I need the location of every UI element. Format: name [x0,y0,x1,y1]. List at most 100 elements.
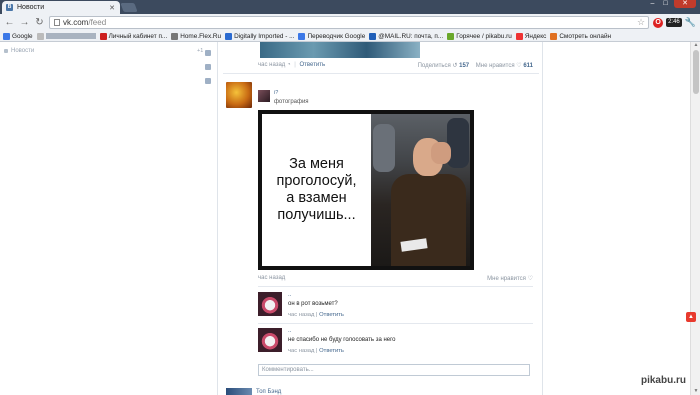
like-button[interactable]: Мне нравится ♡ [487,275,533,282]
share-count: 157 [459,63,470,69]
prev-time-reply: час назад ◔ | Ответить [258,62,325,69]
post-author-avatar[interactable] [226,82,252,108]
bookmark-personal-cabinet[interactable]: Личный кабинет п... [99,32,168,40]
comment-input[interactable]: Комментировать... [258,364,530,376]
nav-item-label: Новости [11,48,35,54]
bookmarks-bar: Google Личный кабинет п... Home.Flex.Ru … [0,31,700,42]
comment-text: он в рот возьмет? [288,301,338,307]
post-time[interactable]: час назад [258,62,285,68]
commenter-name[interactable]: .. [288,292,291,298]
comment-meta: час назад | Ответить [288,348,344,354]
settings-icon[interactable] [205,78,211,84]
post-divider [223,73,539,74]
post-time[interactable]: час назад [258,275,285,282]
comment-time[interactable]: час назад [288,348,314,354]
vk-feed-page: Новости +1 час назад ◔ | Ответить Подели… [0,42,700,395]
url-path: /feed [88,18,107,27]
scroll-to-top-icon[interactable]: ▲ [686,312,696,322]
scroll-up-icon[interactable]: ▲ [692,42,700,49]
tab-title: Новости [17,4,45,11]
url-text[interactable]: vk.com/feed [63,18,634,27]
clock-icon: ◔ [286,62,291,68]
bookmark-label: Переводчик Google [307,32,366,40]
yandex-icon [515,32,523,40]
bookmark-label: @MAIL.RU: почта, п... [378,32,444,40]
browser-tab[interactable]: B Новости ✕ [2,1,120,14]
caption-panel: За меня проголосуй, а взамен получишь... [262,114,371,266]
bookmark-google-translate[interactable]: Переводчик Google [298,32,366,40]
forward-arrow-icon[interactable]: → [19,17,30,29]
redacted-label [45,33,96,39]
clock-extension[interactable]: 2:46 [666,18,682,27]
reply-link[interactable]: Ответить [319,348,344,354]
prev-post-actions: Поделиться ↺ 157 Мне нравится ♡ 611 [418,62,533,69]
comment-meta: час назад | Ответить [288,312,344,318]
next-post-avatar[interactable] [226,388,252,395]
di-icon [225,32,233,40]
photo-owner-avatar[interactable] [258,90,270,102]
page-scrollbar[interactable]: ▲ ▼ [690,42,700,395]
commenter-avatar[interactable] [258,292,282,316]
bookmark-star-icon[interactable]: ☆ [637,17,645,28]
browser-titlebar: B Новости ✕ – □ ✕ [0,0,700,14]
like-button[interactable]: Мне нравится ♡ 611 [476,63,533,69]
bookmark-mail-ru[interactable]: @MAIL.RU: почта, п... [369,32,444,40]
reply-link[interactable]: Ответить [319,312,344,318]
person-hand [431,142,451,164]
new-tab-button[interactable] [120,3,138,12]
bookmark-redacted[interactable] [36,32,96,40]
youtube-icon [99,32,107,40]
post-type-label: фотография [274,99,309,105]
pikabu-icon [447,32,455,40]
pikabu-watermark: pikabu.ru [640,375,686,386]
photo-owner-name[interactable]: i? [274,90,278,96]
previous-post-image[interactable] [260,42,420,58]
google-icon [3,32,10,40]
background-person [373,124,395,172]
commenter-avatar[interactable] [258,328,282,352]
minimize-icon[interactable]: – [648,0,657,8]
bookmark-pikabu[interactable]: Горячее / pikabu.ru [447,32,512,40]
wrench-menu-icon[interactable]: 🔧 [685,17,696,28]
photo-portrait [371,114,470,266]
toolbar-extensions: O 2:46 🔧 [653,17,696,28]
messages-icon[interactable] [205,64,211,70]
left-icon-column [205,50,211,84]
left-nav: Новости +1 [4,48,214,54]
commenter-name[interactable]: .. [288,328,291,334]
comments-divider [258,286,533,287]
bookmark-yandex[interactable]: Яндекс [515,32,546,40]
window-close-icon[interactable]: ✕ [674,0,696,8]
address-bar[interactable]: vk.com/feed ☆ [49,16,650,29]
tv-icon [550,32,558,40]
next-post-title[interactable]: Топ Бэнд [256,389,281,395]
separator: | [316,348,318,354]
comment-time[interactable]: час назад [288,312,314,318]
bookmark-watch-online[interactable]: Смотреть онлайн [550,32,611,40]
reply-link[interactable]: Ответить [300,62,326,68]
person-suit [391,174,466,266]
maximize-icon[interactable]: □ [661,0,670,8]
bookmark-google[interactable]: Google [3,32,33,40]
window-controls: – □ ✕ [648,0,696,8]
share-button[interactable]: Поделиться ↺ 157 [418,63,470,69]
photo-caption: За меня проголосуй, а взамен получишь... [276,156,356,224]
bookmark-digitally-imported[interactable]: Digitally Imported - ... [225,32,294,40]
opera-extension-icon[interactable]: O [653,17,664,28]
home-icon [171,32,179,40]
nav-item-news[interactable]: Новости [4,48,214,54]
news-feed: час назад ◔ | Ответить Поделиться ↺ 157 … [217,42,543,395]
bookmark-label: Личный кабинет п... [108,32,168,40]
next-post-header[interactable]: Топ Бэнд [226,388,281,395]
bookmark-home-flex[interactable]: Home.Flex.Ru [171,32,222,40]
comment-divider [258,323,533,324]
post-photo[interactable]: За меня проголосуй, а взамен получишь... [258,110,474,270]
back-arrow-icon[interactable]: ← [4,17,15,29]
friends-icon[interactable] [205,50,211,56]
scrollbar-thumb[interactable] [693,50,699,94]
reload-icon[interactable]: ↻ [34,17,45,29]
scroll-down-icon[interactable]: ▼ [692,388,700,395]
close-tab-icon[interactable]: ✕ [109,4,115,12]
caption-line: а взамен [286,190,347,206]
bookmark-label: Home.Flex.Ru [180,32,222,40]
